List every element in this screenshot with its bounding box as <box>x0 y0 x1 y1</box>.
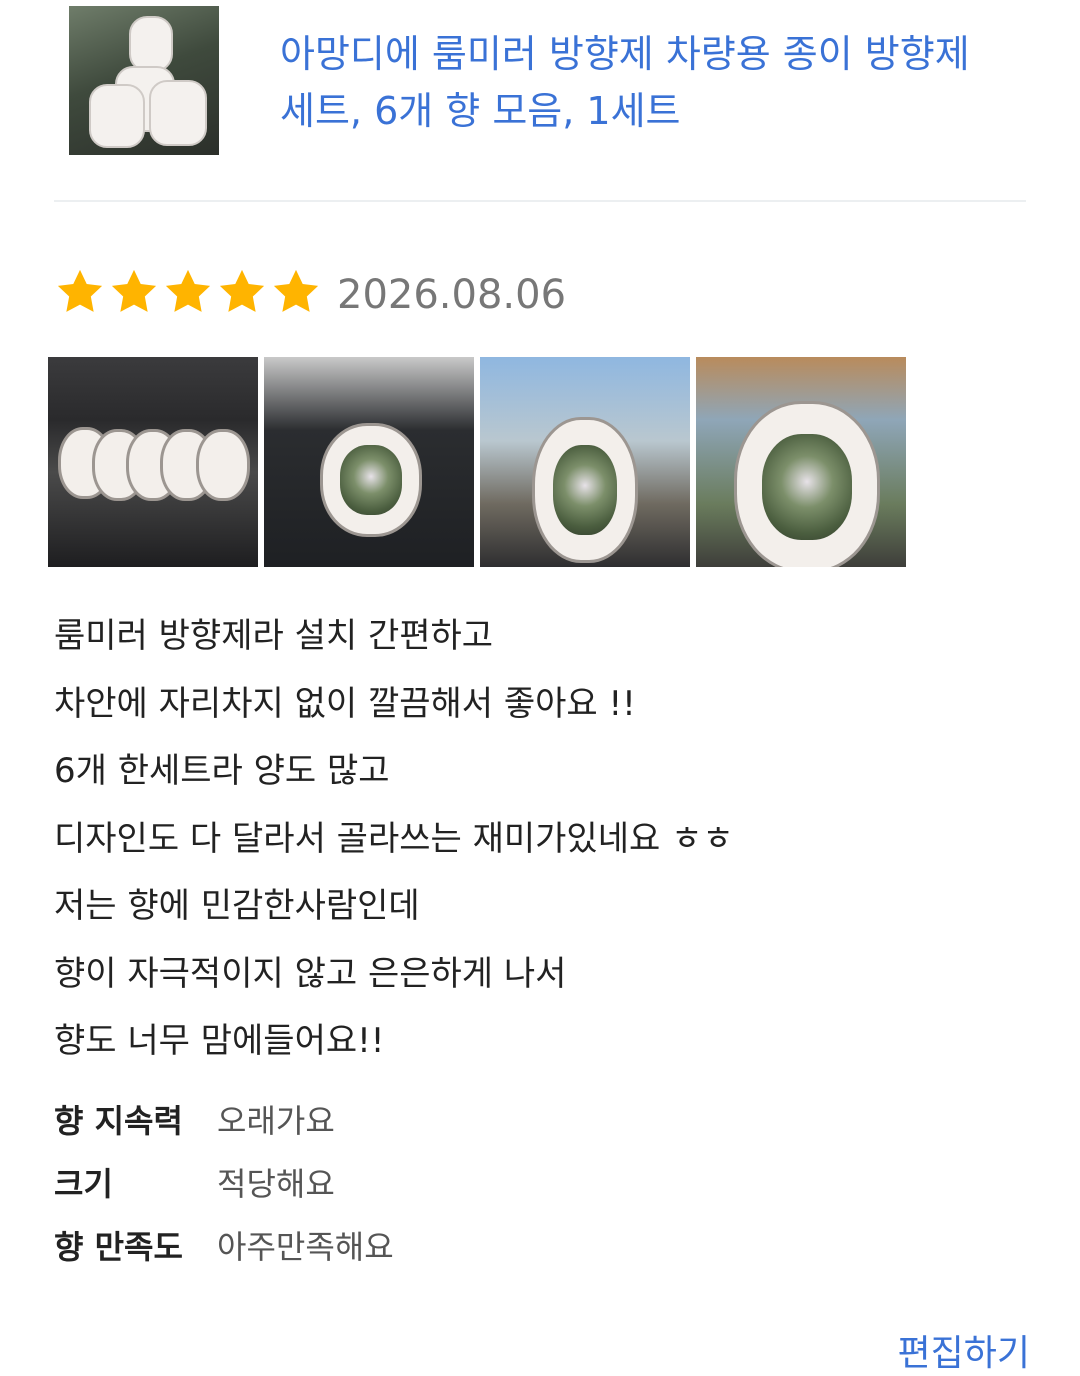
review-text-line: 향도 너무 맘에들어요!! <box>54 1021 385 1061</box>
star-icon <box>54 266 106 318</box>
star-icon <box>216 266 268 318</box>
review-text-line: 차안에 자리차지 없이 깔끔해서 좋아요 !! <box>54 683 636 724</box>
edit-review-link[interactable]: 편집하기 <box>898 1324 1030 1376</box>
attribute-label: 크기 <box>54 1165 113 1203</box>
attribute-row: 향 지속력 오래가요 <box>54 1096 1034 1159</box>
attribute-value: 아주만족해요 <box>217 1228 394 1266</box>
attribute-label: 향 지속력 <box>54 1102 183 1140</box>
attribute-row: 크기 적당해요 <box>54 1159 1034 1222</box>
section-divider <box>54 200 1026 202</box>
attribute-value: 오래가요 <box>217 1102 335 1140</box>
star-icon <box>108 266 160 318</box>
review-text-line: 6개 한세트라 양도 많고 <box>54 751 390 791</box>
review-text-line: 디자인도 다 달라서 골라쓰는 재미가있네요 ㅎㅎ <box>54 818 734 859</box>
product-title[interactable]: 아망디에 룸미러 방향제 차량용 종이 방향제 세트, 6개 향 모음, 1세트 <box>280 26 1040 140</box>
review-date: 2026.08.06 <box>337 272 567 318</box>
review-text-line: 저는 향에 민감한사람인데 <box>54 886 420 926</box>
review-photo-1[interactable] <box>48 357 258 567</box>
review-text-line: 룸미러 방향제라 설치 간편하고 <box>54 616 494 656</box>
star-rating <box>54 266 322 318</box>
attribute-label: 향 만족도 <box>54 1228 183 1266</box>
attribute-value: 적당해요 <box>217 1165 335 1203</box>
review-photo-3[interactable] <box>480 357 690 567</box>
review-photo-2[interactable] <box>264 357 474 567</box>
star-icon <box>162 266 214 318</box>
review-photo-4[interactable] <box>696 357 906 567</box>
star-icon <box>270 266 322 318</box>
review-text-line: 향이 자극적이지 않고 은은하게 나서 <box>54 953 567 994</box>
review-body: 룸미러 방향제라 설치 간편하고 차안에 자리차지 없이 깔끔해서 좋아요 !!… <box>54 603 1034 1076</box>
review-attributes: 향 지속력 오래가요 크기 적당해요 향 만족도 아주만족해요 <box>54 1096 1034 1285</box>
product-summary[interactable]: 아망디에 룸미러 방향제 차량용 종이 방향제 세트, 6개 향 모음, 1세트 <box>0 0 1080 200</box>
product-thumbnail[interactable] <box>69 6 219 155</box>
attribute-row: 향 만족도 아주만족해요 <box>54 1222 1034 1285</box>
review-photo-gallery <box>48 357 906 567</box>
